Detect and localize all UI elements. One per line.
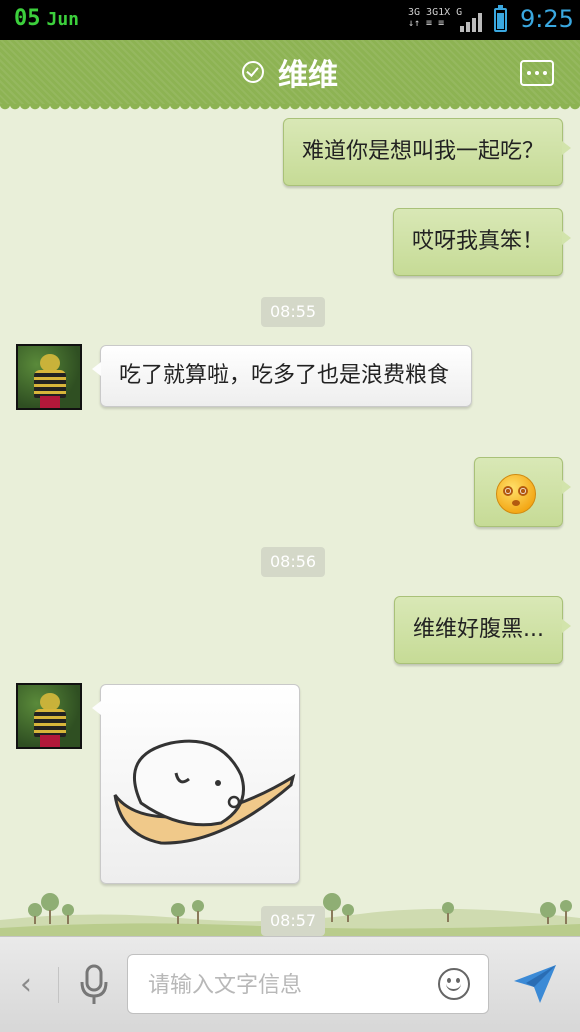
status-bar: 05 Jun 3G 3G1X G ↓↑ ≡ ≡ 9:25 — [0, 0, 580, 40]
chat-title[interactable]: 维维 — [278, 50, 338, 94]
check-circle-icon — [242, 61, 264, 83]
dizzy-face-icon — [496, 474, 536, 514]
input-divider — [58, 967, 59, 1003]
message-bubble-outgoing[interactable]: 难道你是想叫我一起吃？ — [282, 118, 572, 186]
rice-ball-on-spoon-sticker — [113, 739, 296, 845]
avatar[interactable] — [16, 683, 82, 749]
message-input[interactable] — [146, 969, 420, 1001]
message-bubble-outgoing[interactable]: 哎呀我真笨！ — [392, 208, 572, 276]
status-date: 05 Jun — [14, 6, 79, 31]
message-timestamp: 08:56 — [261, 547, 326, 577]
more-dots-icon[interactable] — [520, 60, 554, 86]
status-day: 05 — [14, 6, 41, 31]
status-time: 9:25 — [520, 5, 574, 33]
paper-plane-icon[interactable] — [512, 961, 558, 1007]
message-timestamp: 08:55 — [261, 297, 326, 327]
message-bubble-emoji[interactable] — [474, 457, 571, 527]
chat-header: 维维 — [0, 40, 580, 112]
battery-level — [497, 13, 504, 29]
smiley-icon[interactable] — [438, 968, 470, 1000]
message-bubble-incoming[interactable]: 吃了就算啦，吃多了也是浪费粮食 — [92, 345, 472, 407]
message-input-bar: ‹ — [0, 936, 580, 1032]
battery-icon — [494, 5, 507, 32]
status-month: Jun — [46, 9, 80, 30]
network-type-label: 3G 3G1X G — [408, 7, 463, 18]
avatar[interactable] — [16, 344, 82, 410]
message-timestamp: 08:57 — [261, 906, 326, 936]
message-bubble-outgoing[interactable]: 维维好腹黑... — [394, 596, 571, 664]
signal-bars-icon — [460, 12, 484, 32]
network-indicator: 3G 3G1X G ↓↑ ≡ ≡ — [408, 7, 462, 29]
message-sticker[interactable] — [92, 684, 300, 884]
microphone-icon[interactable] — [78, 964, 110, 1006]
chevron-left-icon[interactable]: ‹ — [20, 967, 32, 1002]
network-activity-label: ↓↑ ≡ ≡ — [408, 18, 445, 29]
message-input-field[interactable] — [127, 954, 489, 1014]
